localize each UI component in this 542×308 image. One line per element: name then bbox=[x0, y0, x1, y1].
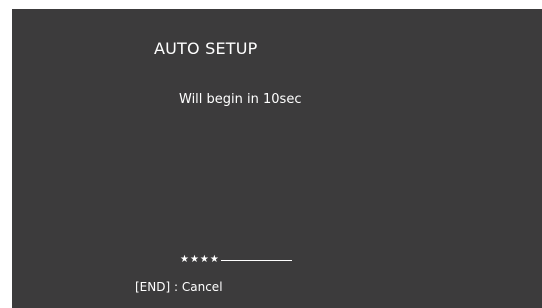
progress-indicator: ★★★★ bbox=[180, 254, 292, 266]
cancel-hint: [END] : Cancel bbox=[135, 279, 223, 295]
countdown-text: Will begin in 10sec bbox=[179, 92, 302, 107]
progress-stars: ★★★★ bbox=[180, 254, 220, 265]
cancel-action-label[interactable]: Cancel bbox=[182, 280, 223, 294]
auto-setup-screen: AUTO SETUP Will begin in 10sec ★★★★ [END… bbox=[12, 9, 542, 308]
end-key-label[interactable]: [END] bbox=[135, 280, 170, 294]
hint-separator: : bbox=[174, 280, 179, 294]
auto-setup-title: AUTO SETUP bbox=[154, 39, 258, 58]
progress-track bbox=[220, 259, 292, 261]
